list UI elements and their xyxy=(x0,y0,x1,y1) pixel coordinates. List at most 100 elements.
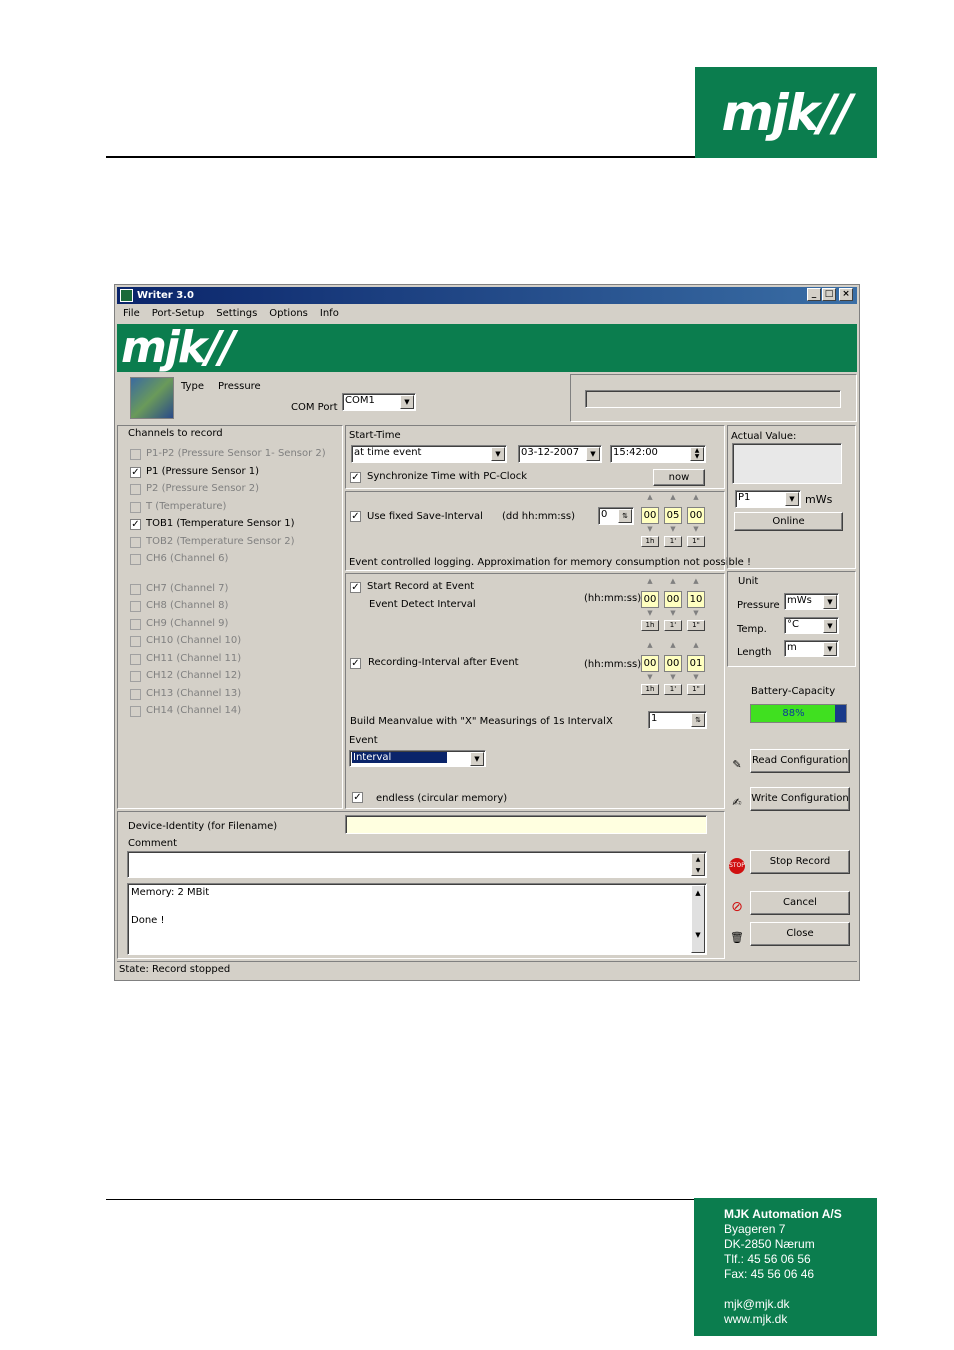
channel-checkbox[interactable] xyxy=(130,584,141,595)
step-button[interactable]: 1h xyxy=(641,684,659,695)
channel-checkbox[interactable] xyxy=(130,449,141,460)
online-button[interactable]: Online xyxy=(734,512,843,531)
chevron-down-icon[interactable]: ▼ xyxy=(785,492,799,506)
channel-checkbox[interactable] xyxy=(130,502,141,513)
channel-checkbox[interactable] xyxy=(130,484,141,495)
log-scrollbar[interactable]: ▲ ▼ xyxy=(691,885,705,953)
sync-clock-checkbox[interactable]: ✓ xyxy=(350,472,361,483)
time-part-input[interactable]: 01 xyxy=(687,655,705,672)
time-part-input[interactable]: 05 xyxy=(664,507,682,524)
channel-checkbox[interactable] xyxy=(130,601,141,612)
chevron-down-icon[interactable]: ▼ xyxy=(823,642,837,656)
now-button[interactable]: now xyxy=(653,469,705,486)
spin-down-icon[interactable]: ▼ xyxy=(641,609,659,617)
event-select[interactable]: Interval ▼ xyxy=(349,750,486,767)
company-web[interactable]: www.mjk.dk xyxy=(724,1312,877,1327)
channel-checkbox[interactable]: ✓ xyxy=(130,467,141,478)
comment-input[interactable]: ▲ ▼ xyxy=(127,851,707,878)
step-button[interactable]: 1' xyxy=(664,620,682,631)
step-button[interactable]: 1" xyxy=(687,620,705,631)
step-button[interactable]: 1h xyxy=(641,536,659,547)
step-button[interactable]: 1h xyxy=(641,620,659,631)
chevron-down-icon[interactable]: ▼ xyxy=(400,395,414,409)
channel-checkbox[interactable] xyxy=(130,654,141,665)
time-part-input[interactable]: 00 xyxy=(664,655,682,672)
spin-up-icon[interactable]: ▲ xyxy=(664,493,682,501)
save-interval-checkbox[interactable]: ✓ xyxy=(350,511,361,522)
spin-up-icon[interactable]: ▲ xyxy=(641,641,659,649)
close-window-button[interactable]: × xyxy=(839,288,853,301)
stepper-icon[interactable]: ⇅ xyxy=(618,509,632,523)
scrollbar[interactable]: ▲ ▼ xyxy=(691,853,705,876)
chevron-down-icon[interactable]: ▼ xyxy=(491,447,505,461)
spin-up-icon[interactable]: ▲ xyxy=(641,577,659,585)
save-days-input[interactable]: 0 ⇅ xyxy=(598,507,634,525)
step-button[interactable]: 1' xyxy=(664,536,682,547)
channel-checkbox[interactable] xyxy=(130,537,141,548)
channel-checkbox[interactable]: ✓ xyxy=(130,519,141,530)
channel-checkbox[interactable] xyxy=(130,706,141,717)
pressure-unit-select[interactable]: mWs ▼ xyxy=(784,593,839,610)
menu-options[interactable]: Options xyxy=(269,305,308,323)
channel-checkbox[interactable] xyxy=(130,554,141,565)
temp-unit-select[interactable]: °C ▼ xyxy=(784,617,839,634)
recording-interval-checkbox[interactable]: ✓ xyxy=(350,658,361,669)
time-part-input[interactable]: 10 xyxy=(687,591,705,608)
stop-record-button[interactable]: Stop Record xyxy=(750,850,850,874)
spin-down-icon[interactable]: ▼ xyxy=(641,673,659,681)
title-bar[interactable]: Writer 3.0 xyxy=(117,287,857,304)
time-part-input[interactable]: 00 xyxy=(641,655,659,672)
step-button[interactable]: 1' xyxy=(664,684,682,695)
spin-icon[interactable]: ▲ ▼ xyxy=(690,447,704,461)
start-time-input[interactable]: 15:42:00 ▲ ▼ xyxy=(610,445,706,463)
menu-settings[interactable]: Settings xyxy=(216,305,257,323)
time-part-input[interactable]: 00 xyxy=(641,591,659,608)
channel-checkbox[interactable] xyxy=(130,689,141,700)
maximize-button[interactable]: □ xyxy=(822,288,836,301)
spin-up-icon[interactable]: ▲ xyxy=(664,577,682,585)
company-email[interactable]: mjk@mjk.dk xyxy=(724,1297,877,1312)
spin-down-icon[interactable]: ▼ xyxy=(687,673,705,681)
length-unit-select[interactable]: m ▼ xyxy=(784,640,839,657)
spin-down-icon[interactable]: ▼ xyxy=(687,525,705,533)
chevron-down-icon[interactable]: ▼ xyxy=(823,595,837,609)
time-part-input[interactable]: 00 xyxy=(641,507,659,524)
spin-down-icon[interactable]: ▼ xyxy=(641,525,659,533)
close-button[interactable]: Close xyxy=(750,922,850,946)
spin-down-icon[interactable]: ▼ xyxy=(664,525,682,533)
menu-file[interactable]: File xyxy=(123,305,140,323)
menu-port-setup[interactable]: Port-Setup xyxy=(152,305,205,323)
channel-checkbox[interactable] xyxy=(130,619,141,630)
menu-info[interactable]: Info xyxy=(320,305,339,323)
channel-checkbox[interactable] xyxy=(130,636,141,647)
time-part-input[interactable]: 00 xyxy=(687,507,705,524)
spin-up-icon[interactable]: ▲ xyxy=(641,493,659,501)
chevron-down-icon[interactable]: ▼ xyxy=(823,619,837,633)
spin-up-icon[interactable]: ▲ xyxy=(687,493,705,501)
spin-up-icon[interactable]: ▲ xyxy=(664,641,682,649)
minimize-button[interactable]: _ xyxy=(807,288,821,301)
time-part-input[interactable]: 00 xyxy=(664,591,682,608)
stepper-icon[interactable]: ⇅ xyxy=(691,713,705,727)
write-configuration-button[interactable]: Write Configuration xyxy=(750,787,850,811)
spin-down-icon[interactable]: ▼ xyxy=(687,609,705,617)
com-port-select[interactable]: COM1 ▼ xyxy=(342,393,416,411)
chevron-down-icon[interactable]: ▼ xyxy=(470,752,484,766)
cancel-button[interactable]: Cancel xyxy=(750,891,850,915)
meanvalue-input[interactable]: 1 ⇅ xyxy=(648,711,707,729)
start-mode-select[interactable]: at time event ▼ xyxy=(351,445,507,463)
endless-checkbox[interactable]: ✓ xyxy=(352,792,363,803)
step-button[interactable]: 1" xyxy=(687,536,705,547)
start-date-select[interactable]: 03-12-2007 ▼ xyxy=(518,445,602,463)
device-identity-input[interactable] xyxy=(345,815,707,834)
chevron-down-icon[interactable]: ▼ xyxy=(586,447,600,461)
spin-down-icon[interactable]: ▼ xyxy=(664,609,682,617)
spin-down-icon[interactable]: ▼ xyxy=(664,673,682,681)
spin-up-icon[interactable]: ▲ xyxy=(687,641,705,649)
start-event-checkbox[interactable]: ✓ xyxy=(350,582,361,593)
spin-up-icon[interactable]: ▲ xyxy=(687,577,705,585)
read-configuration-button[interactable]: Read Configuration xyxy=(750,749,850,773)
step-button[interactable]: 1" xyxy=(687,684,705,695)
channel-checkbox[interactable] xyxy=(130,671,141,682)
actual-channel-select[interactable]: P1 ▼ xyxy=(735,490,801,508)
